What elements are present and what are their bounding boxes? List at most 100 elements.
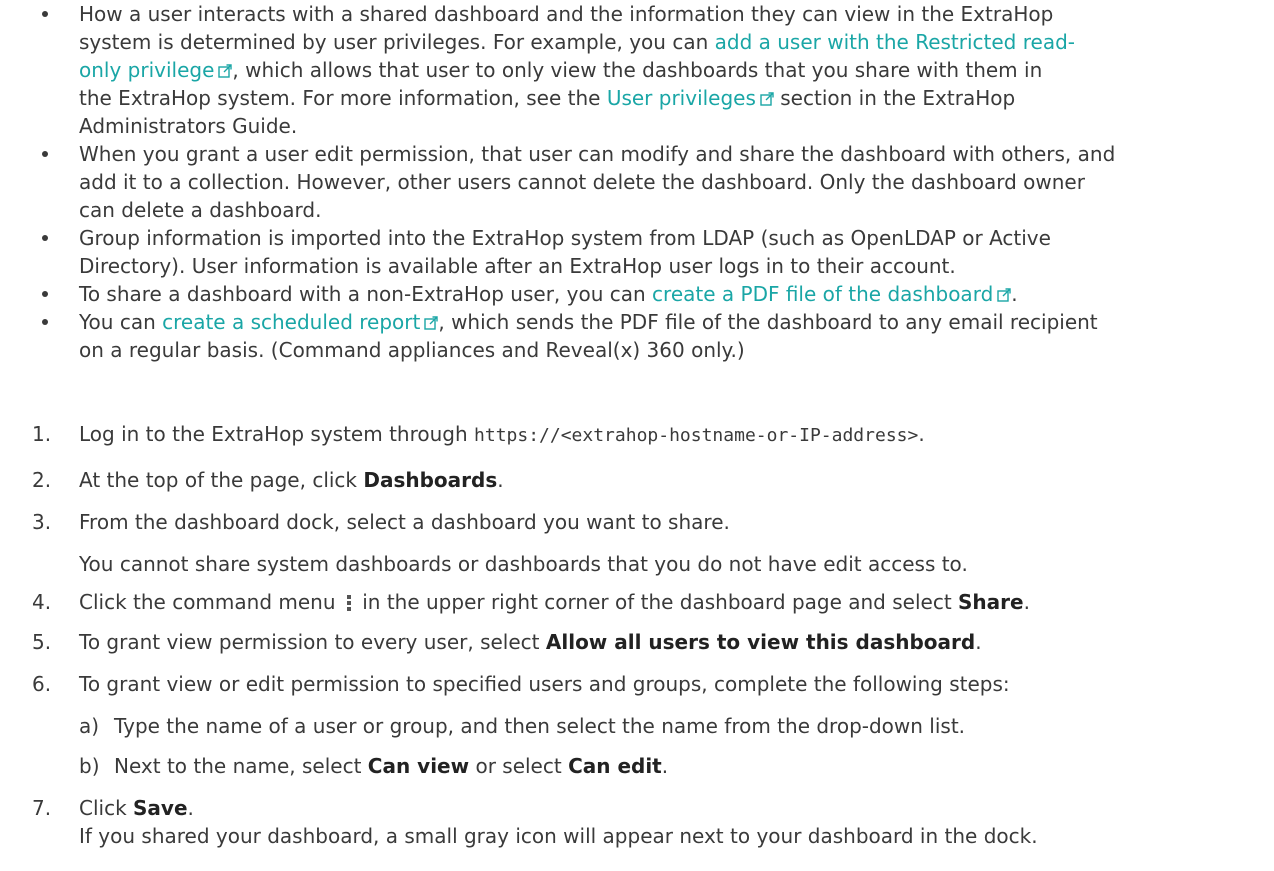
- text-run: or select: [469, 754, 569, 778]
- step-text: Click Save. If you shared your dashboard,…: [79, 794, 1259, 850]
- text-line: Click the command menu in the upper righ…: [79, 588, 1259, 616]
- step-text: Next to the name, select Can view or sel…: [114, 752, 1259, 780]
- text-line: can delete a dashboard.: [79, 196, 1259, 224]
- text-run: Administrators Guide.: [79, 114, 298, 138]
- text-run: Next to the name, select: [114, 754, 368, 778]
- text-run: .: [975, 630, 982, 654]
- step-text: To grant view or edit permission to spec…: [79, 670, 1259, 698]
- text-line: add it to a collection. However, other u…: [79, 168, 1259, 196]
- text-line: Log in to the ExtraHop system through ht…: [79, 420, 1259, 450]
- ui-term: Can edit: [568, 754, 662, 778]
- bullet-dot: [42, 151, 48, 157]
- text-run: To grant view permission to every user, …: [79, 630, 546, 654]
- doc-link[interactable]: User privileges: [607, 86, 774, 110]
- text-line: the ExtraHop system. For more informatio…: [79, 84, 1259, 112]
- text-run: add it to a collection. However, other u…: [79, 170, 1085, 194]
- step-text: You cannot share system dashboards or da…: [79, 550, 1259, 578]
- text-line: only privilege , which allows that user t…: [79, 56, 1259, 84]
- link-text: only privilege: [79, 58, 215, 82]
- bullet-dot: [42, 235, 48, 241]
- text-run: , which allows that user to only view th…: [232, 58, 1043, 82]
- ui-term: Dashboards: [363, 468, 498, 492]
- ui-term: Allow all users to view this dashboard: [545, 630, 976, 654]
- text-run: You cannot share system dashboards or da…: [79, 552, 968, 576]
- ui-term: Share: [958, 590, 1024, 614]
- link-text: add a user with the Restricted read-: [714, 30, 1075, 54]
- external-link-icon: [760, 92, 774, 106]
- bullet-dot: [42, 11, 48, 17]
- text-run: on a regular basis. (Command appliances …: [79, 338, 745, 362]
- doc-link[interactable]: create a scheduled report: [162, 310, 439, 334]
- text-run: .: [187, 796, 194, 820]
- link-text: create a PDF file of the dashboard: [652, 282, 994, 306]
- command-menu-icon: [346, 595, 351, 611]
- bullet-text: You can create a scheduled report , which…: [79, 308, 1259, 364]
- text-run: .: [661, 754, 669, 778]
- text-line: At the top of the page, click Dashboards…: [79, 466, 1259, 494]
- step-text: Type the name of a user or group, and th…: [114, 712, 1259, 740]
- text-run: .: [1011, 282, 1018, 306]
- text-run: in the upper right corner of the dashboa…: [355, 590, 959, 614]
- text-line: Next to the name, select Can view or sel…: [114, 752, 1259, 780]
- text-line: Type the name of a user or group, and th…: [114, 712, 1259, 740]
- step-number: a): [79, 714, 100, 738]
- text-run: Log in to the ExtraHop system through: [79, 422, 475, 446]
- text-line: Click Save.: [79, 794, 1259, 822]
- link-text: create a scheduled report: [162, 310, 421, 334]
- text-run: If you shared your dashboard, a small gr…: [79, 824, 1038, 848]
- text-line: To grant view permission to every user, …: [79, 628, 1259, 656]
- ui-term: Can view: [367, 754, 470, 778]
- bullet-text: How a user interacts with a shared dashb…: [79, 0, 1259, 140]
- text-line: on a regular basis. (Command appliances …: [79, 336, 1259, 364]
- external-link-icon: [424, 316, 439, 330]
- step-number: b): [79, 754, 100, 778]
- text-run: .: [497, 468, 504, 492]
- ui-term: Save: [133, 796, 188, 820]
- text-run: the ExtraHop system. For more informatio…: [79, 86, 607, 110]
- text-run: Directory). User information is availabl…: [79, 254, 956, 278]
- text-run: You can: [79, 310, 163, 334]
- text-run: To grant view or edit permission to spec…: [79, 672, 1010, 696]
- text-run: To share a dashboard with a non-ExtraHop…: [79, 282, 653, 306]
- doc-link[interactable]: create a PDF file of the dashboard: [652, 282, 1011, 306]
- document: How a user interacts with a shared dashb…: [0, 0, 1274, 871]
- text-line: To share a dashboard with a non-ExtraHop…: [79, 280, 1259, 308]
- text-run: system is determined by user privileges.…: [79, 30, 715, 54]
- doc-link[interactable]: only privilege: [79, 58, 233, 82]
- step-text: Click the command menu in the upper righ…: [79, 588, 1259, 616]
- text-run: From the dashboard dock, select a dashbo…: [79, 510, 730, 534]
- bullet-text: Group information is imported into the E…: [79, 224, 1259, 280]
- text-line: When you grant a user edit permission, t…: [79, 140, 1259, 168]
- text-run: Click: [79, 796, 134, 820]
- text-run: How a user interacts with a shared dashb…: [79, 2, 1054, 26]
- doc-link[interactable]: add a user with the Restricted read-: [715, 30, 1075, 54]
- code-url: https://<extrahop-hostname-or-IP-address…: [474, 425, 919, 446]
- bullet-text: When you grant a user edit permission, t…: [79, 140, 1259, 224]
- text-line: system is determined by user privileges.…: [79, 28, 1259, 56]
- text-line: Directory). User information is availabl…: [79, 252, 1259, 280]
- bullet-dot: [42, 291, 48, 297]
- text-run: , which sends the PDF file of the dashbo…: [438, 310, 1098, 334]
- step-number: 2.: [32, 468, 52, 492]
- text-run: Type the name of a user or group, and th…: [114, 714, 966, 738]
- text-run: Group information is imported into the E…: [79, 226, 1051, 250]
- text-line: You can create a scheduled report , which…: [79, 308, 1259, 336]
- bullet-text: To share a dashboard with a non-ExtraHop…: [79, 280, 1259, 308]
- bullet-dot: [42, 319, 48, 325]
- text-run: can delete a dashboard.: [79, 198, 322, 222]
- text-line: How a user interacts with a shared dashb…: [79, 0, 1259, 28]
- text-run: section in the ExtraHop: [773, 86, 1016, 110]
- text-line: If you shared your dashboard, a small gr…: [79, 822, 1259, 850]
- step-text: Log in to the ExtraHop system through ht…: [79, 420, 1259, 450]
- step-number: 7.: [32, 796, 52, 820]
- step-text: From the dashboard dock, select a dashbo…: [79, 508, 1259, 536]
- external-link-icon: [997, 288, 1011, 302]
- step-number: 6.: [32, 672, 52, 696]
- external-link-icon: [218, 64, 233, 78]
- text-run: Click the command menu: [79, 590, 342, 614]
- step-number: 4.: [32, 590, 52, 614]
- text-line: Administrators Guide.: [79, 112, 1259, 140]
- text-line: Group information is imported into the E…: [79, 224, 1259, 252]
- step-text: To grant view permission to every user, …: [79, 628, 1259, 656]
- text-run: .: [1023, 590, 1030, 614]
